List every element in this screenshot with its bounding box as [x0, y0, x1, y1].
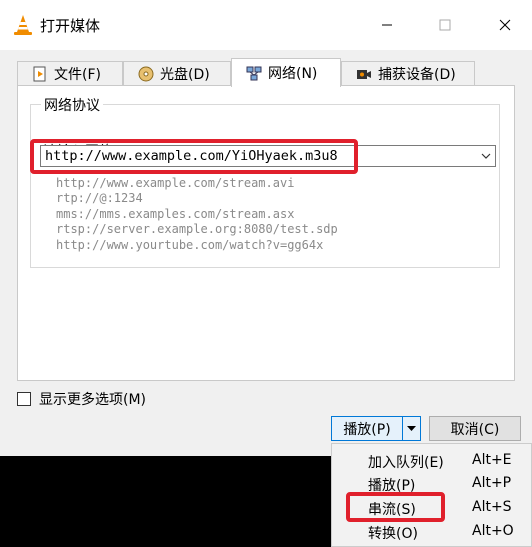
url-highlight-box — [30, 139, 358, 174]
show-more-options[interactable]: 显示更多选项(M) — [17, 389, 146, 409]
tab-capture-device[interactable]: 捕获设备(D) — [341, 61, 475, 86]
tab-disc-label: 光盘(D) — [160, 67, 210, 83]
play-button-label: 播放(P) — [343, 421, 391, 438]
tab-file-label: 文件(F) — [54, 67, 101, 83]
example-url: mms://mms.examples.com/stream.asx — [56, 206, 295, 221]
file-icon — [33, 66, 46, 82]
url-examples: http://www.example.com/stream.avi rtp://… — [56, 176, 338, 253]
stream-highlight-box — [346, 492, 445, 522]
group-title: 网络协议 — [41, 95, 103, 115]
play-split-button[interactable]: 播放(P) — [331, 416, 421, 441]
example-url: http://www.yourtube.com/watch?v=gg64x — [56, 237, 324, 252]
close-button[interactable] — [478, 0, 532, 50]
minimize-button[interactable] — [360, 0, 414, 50]
play-dropdown-toggle[interactable] — [403, 417, 420, 440]
capture-device-icon — [357, 70, 371, 79]
maximize-button[interactable] — [418, 0, 472, 50]
show-more-options-label: 显示更多选项(M) — [39, 392, 147, 408]
open-media-dialog: 打开媒体 文件(F) 光盘(D) 网络(N) 捕获设备(D) 网络协议 http… — [0, 0, 532, 456]
tab-capture-device-label: 捕获设备(D) — [378, 67, 456, 83]
example-url: rtsp://server.example.org:8080/test.sdp — [56, 222, 338, 237]
example-url: rtp://@:1234 — [56, 191, 143, 206]
caret-down-icon — [407, 426, 416, 431]
menu-item-label: 转换(O) — [368, 526, 418, 542]
maximize-icon — [439, 19, 451, 31]
menu-item-enqueue[interactable]: 加入队列(E) Alt+E — [332, 449, 531, 473]
menu-item-convert[interactable]: 转换(O) Alt+O — [332, 520, 531, 544]
cancel-button[interactable]: 取消(C) — [429, 416, 521, 441]
chevron-down-icon — [481, 153, 491, 159]
tab-network[interactable]: 网络(N) — [231, 58, 341, 87]
url-history-dropdown[interactable] — [477, 146, 495, 166]
close-icon — [499, 19, 511, 31]
title-bar[interactable]: 打开媒体 — [0, 0, 532, 50]
example-url: http://www.example.com/stream.avi — [56, 176, 295, 190]
tab-disc[interactable]: 光盘(D) — [123, 61, 231, 86]
network-icon — [246, 66, 262, 81]
show-more-options-checkbox[interactable] — [17, 392, 31, 406]
play-button[interactable]: 播放(P) — [332, 417, 403, 440]
menu-item-shortcut: Alt+E — [472, 452, 512, 468]
tab-file[interactable]: 文件(F) — [17, 61, 123, 86]
vlc-cone-icon — [14, 15, 32, 35]
menu-item-label: 加入队列(E) — [368, 455, 444, 471]
disc-icon — [138, 66, 154, 82]
menu-item-shortcut: Alt+P — [472, 475, 512, 491]
tab-network-label: 网络(N) — [268, 66, 318, 82]
menu-item-shortcut: Alt+S — [472, 499, 512, 515]
window-title: 打开媒体 — [40, 17, 101, 35]
menu-item-shortcut: Alt+O — [472, 523, 514, 539]
minimize-icon — [382, 24, 392, 26]
cancel-button-label: 取消(C) — [450, 421, 500, 438]
